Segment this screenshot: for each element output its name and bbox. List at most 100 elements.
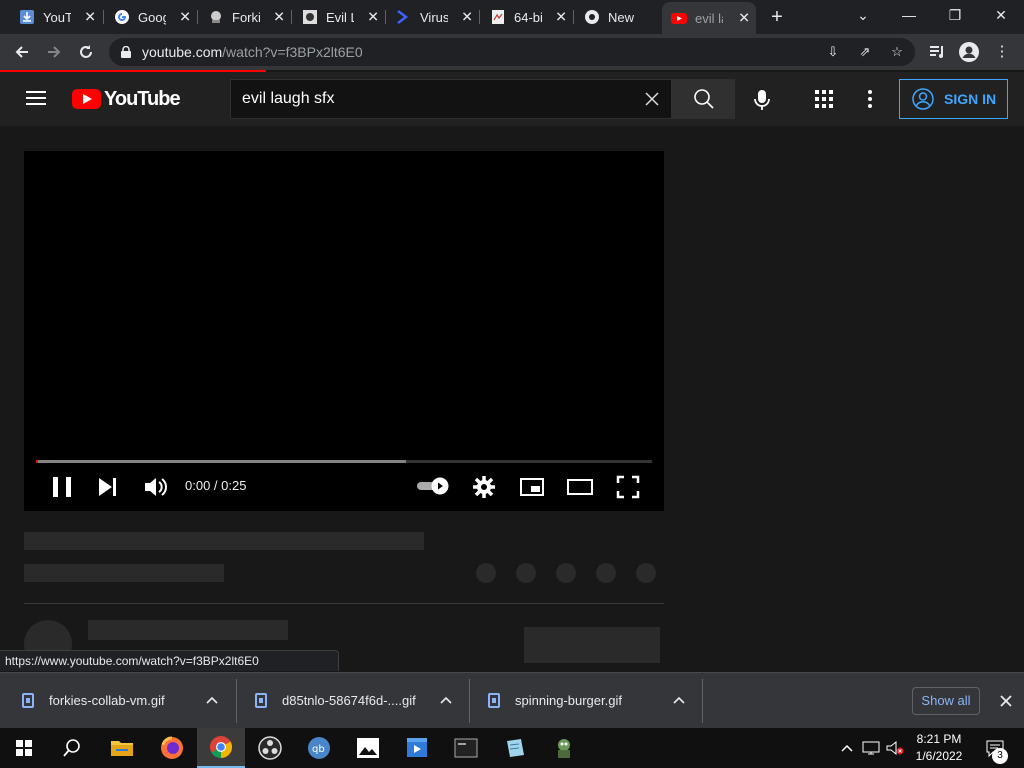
theater-mode-icon[interactable]: [566, 473, 594, 501]
install-app-icon[interactable]: ⇩: [825, 44, 841, 60]
browser-toolbar: youtube.com/watch?v=f3BPx2lt6E0 ⇩ ⇗ ☆ ⋮: [0, 34, 1024, 70]
tab-virustotal[interactable]: VirusTotal ✕: [387, 0, 479, 34]
photos-icon[interactable]: [344, 728, 392, 768]
close-tab-icon[interactable]: ✕: [555, 9, 567, 26]
download-item[interactable]: d85tnlo-58674f6d-....gif: [255, 673, 467, 728]
notepad-icon[interactable]: [491, 728, 539, 768]
file-icon: [255, 693, 267, 708]
close-tab-icon[interactable]: ✕: [84, 9, 96, 26]
chevron-up-icon[interactable]: [206, 694, 218, 706]
tab-title: YouTube: [43, 9, 71, 25]
tab-separator: [385, 10, 386, 24]
tab-forkies[interactable]: Forkies ✕: [199, 0, 291, 34]
file-explorer-icon[interactable]: [98, 728, 146, 768]
browser-tab-strip: YouTube ✕ Google ✕ Forkies ✕ Evil Laugh …: [0, 0, 1024, 34]
sign-in-button[interactable]: SIGN IN: [899, 79, 1008, 119]
tab-evil-laugh[interactable]: Evil Laugh ✕: [293, 0, 385, 34]
close-window-button[interactable]: ✕: [978, 0, 1024, 30]
share-icon[interactable]: ⇗: [857, 44, 873, 60]
section-divider: [24, 603, 664, 604]
close-tab-icon[interactable]: ✕: [179, 9, 191, 26]
system-clock[interactable]: 8:21 PM 1/6/2022: [900, 731, 978, 765]
chrome-menu-icon[interactable]: ⋮: [991, 41, 1013, 63]
tab-youtube-downloader[interactable]: YouTube ✕: [10, 0, 102, 34]
media-control-icon[interactable]: [926, 41, 948, 63]
start-icon[interactable]: [0, 728, 48, 768]
next-video-icon[interactable]: [94, 473, 122, 501]
restore-button[interactable]: ❐: [932, 0, 978, 30]
tab-separator: [573, 10, 574, 24]
bookmark-star-icon[interactable]: ☆: [889, 44, 905, 60]
close-tab-icon[interactable]: ✕: [273, 9, 285, 26]
fullscreen-icon[interactable]: [614, 473, 642, 501]
clear-search-icon[interactable]: [643, 90, 661, 108]
chevron-up-icon[interactable]: [440, 694, 452, 706]
search-input[interactable]: evil laugh sfx: [230, 79, 672, 119]
minimize-button[interactable]: —: [886, 0, 932, 30]
chrome-favicon-icon: [584, 9, 600, 25]
close-tab-icon[interactable]: ✕: [738, 10, 750, 27]
chevron-up-icon[interactable]: [673, 694, 685, 706]
show-hidden-icons-chevron-icon[interactable]: [836, 728, 858, 768]
notification-center-icon[interactable]: 3: [980, 728, 1010, 768]
buffered-progress: [36, 460, 406, 463]
download-item[interactable]: spinning-burger.gif: [488, 673, 700, 728]
youtube-favicon-icon: [671, 10, 687, 26]
search-button[interactable]: [672, 79, 735, 119]
close-tab-icon[interactable]: ✕: [367, 9, 379, 26]
windows-taskbar: qb 8:21 PM 1/6/2022 3: [0, 728, 1024, 768]
address-bar[interactable]: youtube.com/watch?v=f3BPx2lt6E0 ⇩ ⇗ ☆: [109, 38, 915, 66]
reload-icon[interactable]: [72, 38, 100, 66]
tab-title: Evil Laugh: [326, 9, 354, 25]
obs-icon[interactable]: [246, 728, 294, 768]
tab-search-chevron-icon[interactable]: ⌄: [840, 0, 886, 30]
network-icon[interactable]: [860, 728, 882, 768]
back-arrow-icon[interactable]: [8, 38, 36, 66]
settings-gear-icon[interactable]: [470, 473, 498, 501]
youtube-play-logo-icon: [72, 89, 101, 109]
tab-separator: [197, 10, 198, 24]
media-player-icon[interactable]: [393, 728, 441, 768]
terminal-icon[interactable]: [442, 728, 490, 768]
video-player[interactable]: 0:00 / 0:25: [24, 151, 664, 511]
download-item[interactable]: forkies-collab-vm.gif: [22, 673, 234, 728]
pause-icon[interactable]: [48, 473, 76, 501]
notification-count-badge: 3: [992, 748, 1008, 764]
autoplay-toggle-icon[interactable]: [416, 477, 450, 495]
youtube-logo-text: YouTube: [104, 87, 181, 110]
microphone-icon[interactable]: [750, 88, 774, 112]
firefox-icon[interactable]: [148, 728, 196, 768]
settings-more-icon[interactable]: [868, 90, 874, 108]
miniplayer-icon[interactable]: [518, 473, 546, 501]
account-circle-icon: [912, 88, 934, 110]
profile-avatar-icon[interactable]: [958, 41, 980, 63]
tab-64bit[interactable]: 64-bit ✕: [481, 0, 573, 34]
show-all-downloads-button[interactable]: Show all: [912, 687, 980, 715]
views-skeleton: [24, 564, 224, 582]
video-progress-bar[interactable]: [36, 460, 652, 463]
close-shelf-icon[interactable]: [996, 691, 1016, 711]
download-filename: d85tnlo-58674f6d-....gif: [282, 693, 416, 708]
hamburger-menu-icon[interactable]: [26, 91, 46, 105]
new-tab-button[interactable]: +: [766, 4, 788, 30]
lock-icon: [121, 46, 131, 58]
qbittorrent-icon[interactable]: qb: [295, 728, 343, 768]
volume-icon[interactable]: [141, 473, 169, 501]
tab-youtube-active[interactable]: evil laugh ✕: [662, 2, 756, 34]
action-skeleton: [476, 563, 496, 583]
youtube-apps-grid-icon[interactable]: [815, 90, 833, 108]
google-favicon-icon: [114, 9, 130, 25]
search-icon[interactable]: [48, 728, 96, 768]
download-separator: [702, 679, 703, 723]
tab-new-tab[interactable]: New Tab: [575, 0, 661, 34]
game-icon[interactable]: [540, 728, 588, 768]
url-text: youtube.com/watch?v=f3BPx2lt6E0: [142, 44, 363, 60]
status-bar-url: https://www.youtube.com/watch?v=f3BPx2lt…: [0, 650, 339, 671]
tab-google[interactable]: Google ✕: [105, 0, 197, 34]
video-time-display: 0:00 / 0:25: [185, 478, 247, 493]
youtube-logo[interactable]: YouTube: [72, 87, 181, 110]
forward-arrow-icon[interactable]: [40, 38, 68, 66]
action-skeleton: [556, 563, 576, 583]
chrome-icon[interactable]: [197, 728, 245, 768]
close-tab-icon[interactable]: ✕: [461, 9, 473, 26]
